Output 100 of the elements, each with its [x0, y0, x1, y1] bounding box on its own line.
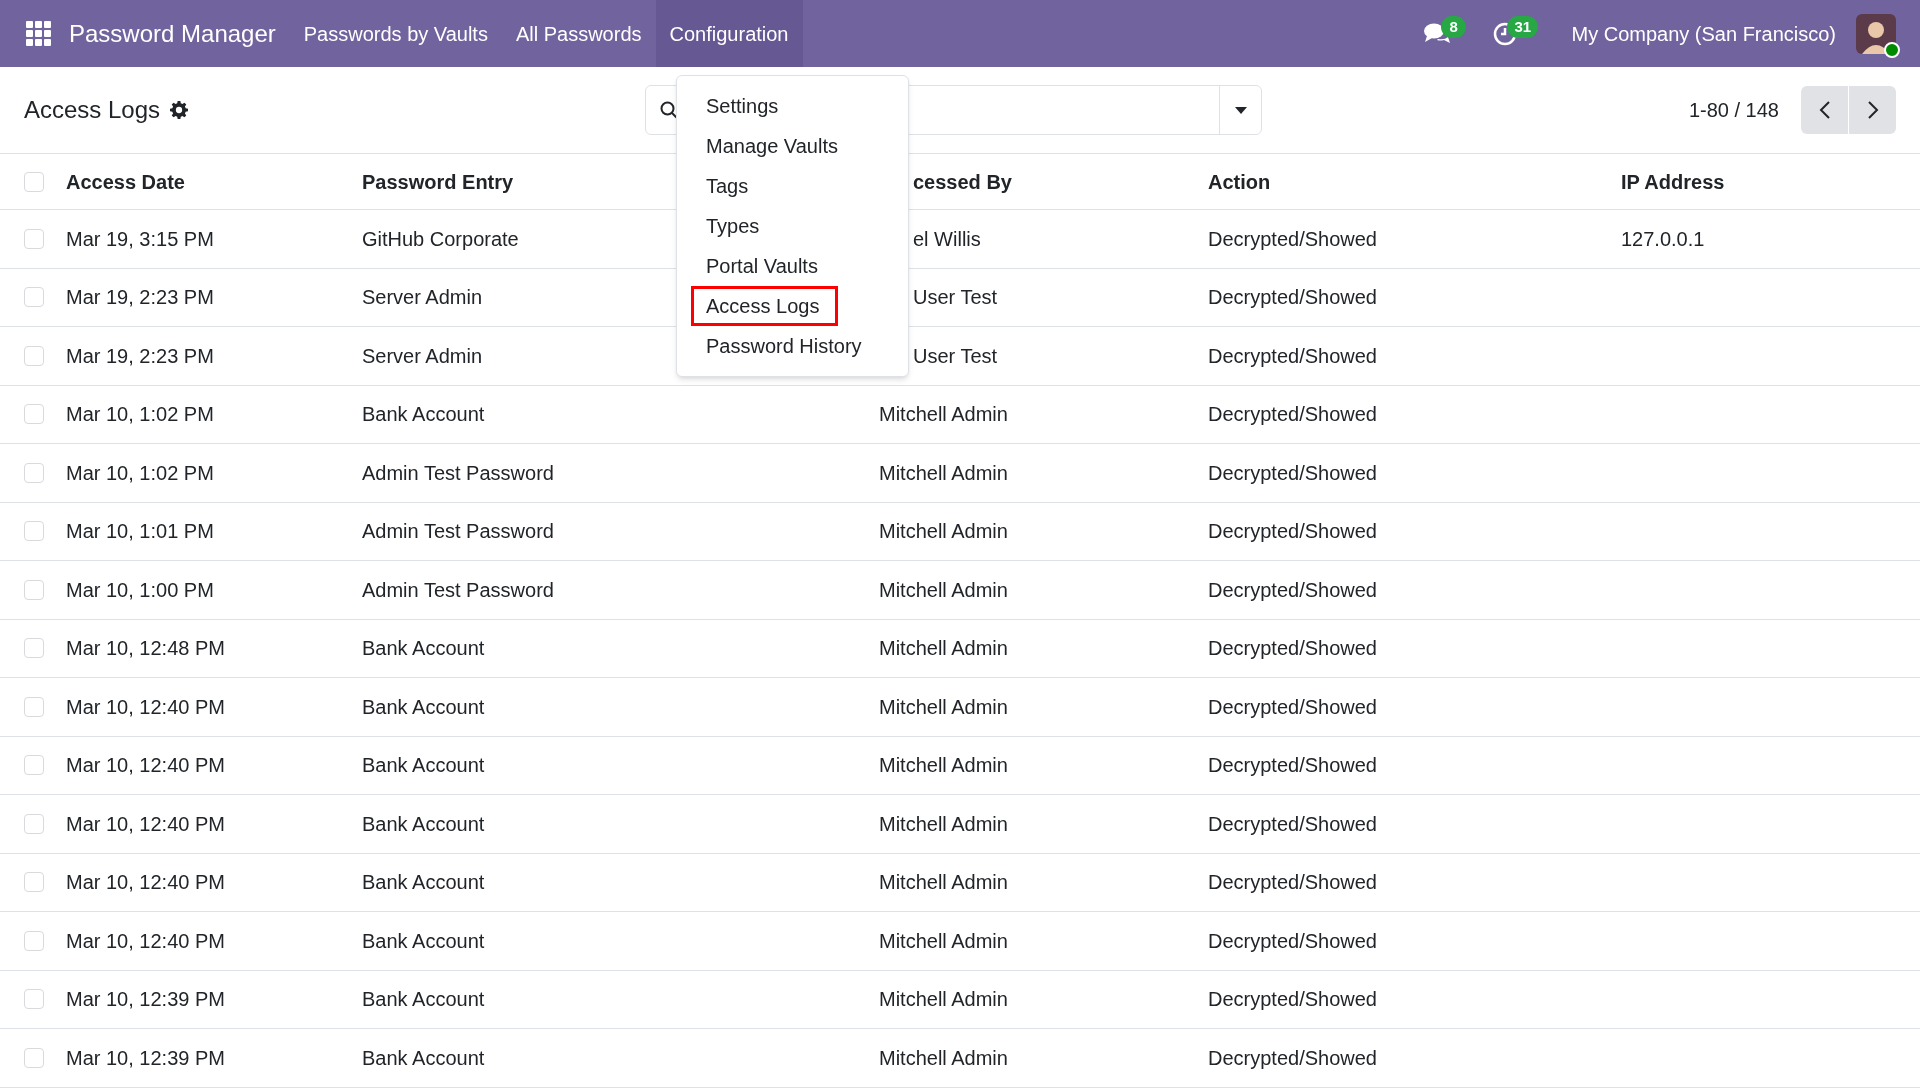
page-title: Access Logs: [24, 95, 161, 125]
table-cell-text: Mar 10, 1:01 PM: [66, 519, 214, 545]
table-cell-text: Bank Account: [362, 402, 485, 428]
table-cell-text: Decrypted/Showed: [1208, 402, 1377, 428]
chevron-right-icon: [1866, 100, 1879, 120]
table-cell-text: Mar 10, 12:40 PM: [66, 928, 225, 954]
dropdown-item[interactable]: Access Logs: [691, 286, 839, 326]
table-cell-text: GitHub Corporate: [362, 226, 519, 252]
row-checkbox[interactable]: [24, 989, 44, 1010]
dropdown-item[interactable]: Settings: [691, 86, 798, 126]
table-cell-text: Decrypted/Showed: [1208, 577, 1377, 603]
row-checkbox[interactable]: [24, 462, 44, 483]
dropdown-item[interactable]: Types: [691, 206, 779, 246]
search-icon: [660, 101, 679, 119]
table-cell-text: Admin Test Password: [362, 577, 554, 603]
table-cell-text: Mitchell Admin: [879, 460, 1008, 486]
table-cell-text: Mitchell Admin: [879, 402, 1008, 428]
table-cell-text: Mar 19, 3:15 PM: [66, 226, 214, 252]
nav-menu-item[interactable]: Passwords by Vaults: [289, 0, 502, 67]
row-checkbox[interactable]: [24, 171, 44, 192]
chevron-left-icon: [1818, 100, 1831, 120]
caret-icon: [1234, 106, 1247, 114]
chat-icon[interactable]: [1423, 21, 1452, 46]
apps-grid-icon[interactable]: [26, 21, 51, 46]
dropdown-item[interactable]: Manage Vaults: [691, 126, 857, 166]
row-checkbox[interactable]: [24, 1047, 44, 1068]
table-cell-text: Mitchell Admin: [879, 519, 1008, 545]
column-header[interactable]: Action: [1208, 166, 1271, 197]
table-cell-text: Server Admin: [362, 285, 483, 311]
table-cell-text: Decrypted/Showed: [1208, 460, 1377, 486]
table-cell-text: Mitchell Admin: [879, 577, 1008, 603]
company-switcher[interactable]: My Company (San Francisco): [1571, 18, 1836, 49]
row-checkbox[interactable]: [24, 638, 44, 659]
table-cell-text: el Willis: [913, 226, 981, 252]
table-cell-text: Decrypted/Showed: [1208, 870, 1377, 896]
table-cell-text: Mitchell Admin: [879, 636, 1008, 662]
table-cell-text: Mar 19, 2:23 PM: [66, 343, 214, 369]
column-header[interactable]: IP Address: [1621, 166, 1725, 197]
table-cell-text: Mitchell Admin: [879, 811, 1008, 837]
table-cell-text: Bank Account: [362, 636, 485, 662]
table-cell-text: Decrypted/Showed: [1208, 519, 1377, 545]
table-cell-text: Mar 10, 12:48 PM: [66, 636, 225, 662]
table-cell-text: Mitchell Admin: [879, 1045, 1008, 1071]
nav-menu-item[interactable]: Configuration: [655, 0, 803, 67]
row-checkbox[interactable]: [24, 872, 44, 893]
table-cell-text: Decrypted/Showed: [1208, 343, 1377, 369]
table-cell-text: Mar 10, 12:39 PM: [66, 1045, 225, 1071]
table-cell-text: Mar 10, 12:40 PM: [66, 811, 225, 837]
table-cell-text: Mar 10, 12:40 PM: [66, 753, 225, 779]
table-cell-text: Decrypted/Showed: [1208, 1045, 1377, 1071]
table-cell-text: Mitchell Admin: [879, 753, 1008, 779]
table-cell-text: Decrypted/Showed: [1208, 928, 1377, 954]
row-checkbox[interactable]: [24, 813, 44, 834]
table-cell-text: Bank Account: [362, 694, 485, 720]
row-checkbox[interactable]: [24, 521, 44, 542]
table-cell-text: User Test: [913, 285, 998, 311]
nav-menu-item[interactable]: All Passwords: [501, 0, 656, 67]
column-header[interactable]: Access Date: [66, 166, 185, 197]
table-cell-text: Mar 10, 12:40 PM: [66, 870, 225, 896]
table-cell-text: Admin Test Password: [362, 519, 554, 545]
table-cell-text: Mar 10, 1:00 PM: [66, 577, 214, 603]
table-cell-text: Decrypted/Showed: [1208, 226, 1377, 252]
app-title[interactable]: Password Manager: [69, 15, 276, 52]
table-cell-text: Mar 10, 12:40 PM: [66, 694, 225, 720]
table-cell-text: Bank Account: [362, 928, 485, 954]
previous-page-button[interactable]: [1801, 86, 1848, 134]
table-cell-text: Bank Account: [362, 987, 485, 1013]
table-cell-text: Decrypted/Showed: [1208, 285, 1377, 311]
avatar-icon[interactable]: [1856, 13, 1896, 54]
row-checkbox[interactable]: [24, 228, 44, 249]
table-cell-text: Mitchell Admin: [879, 928, 1008, 954]
table-cell-text: Admin Test Password: [362, 460, 554, 486]
column-header[interactable]: Password Entry: [362, 166, 514, 197]
table-cell-text: Decrypted/Showed: [1208, 987, 1377, 1013]
table-cell-text: Mitchell Admin: [879, 694, 1008, 720]
settings-icon[interactable]: [170, 101, 189, 119]
row-checkbox[interactable]: [24, 755, 44, 776]
dropdown-item[interactable]: Portal Vaults: [691, 246, 837, 286]
dropdown-item[interactable]: Password History: [691, 326, 881, 366]
row-checkbox[interactable]: [24, 579, 44, 600]
row-checkbox[interactable]: [24, 404, 44, 425]
row-checkbox[interactable]: [24, 696, 44, 717]
row-checkbox[interactable]: [24, 930, 44, 951]
row-checkbox[interactable]: [24, 345, 44, 366]
pager-value[interactable]: 1-80 / 148: [1688, 95, 1779, 125]
table-cell-text: Mar 19, 2:23 PM: [66, 285, 214, 311]
dropdown-item[interactable]: Tags: [691, 166, 768, 206]
table-cell-text: Mar 10, 1:02 PM: [66, 460, 214, 486]
table-cell-text: Decrypted/Showed: [1208, 636, 1377, 662]
table-cell-text: Bank Account: [362, 753, 485, 779]
table-cell-text: Decrypted/Showed: [1208, 694, 1377, 720]
table-cell-text: Mar 10, 12:39 PM: [66, 987, 225, 1013]
table-cell-text: Bank Account: [362, 811, 485, 837]
column-header[interactable]: cessed By: [913, 166, 1012, 197]
notification-badge: 8: [1441, 15, 1466, 38]
next-page-button[interactable]: [1849, 86, 1896, 134]
table-cell-text: Server Admin: [362, 343, 483, 369]
table-cell-text: 127.0.0.1: [1621, 226, 1705, 252]
row-checkbox[interactable]: [24, 287, 44, 308]
table-cell-text: Mitchell Admin: [879, 870, 1008, 896]
